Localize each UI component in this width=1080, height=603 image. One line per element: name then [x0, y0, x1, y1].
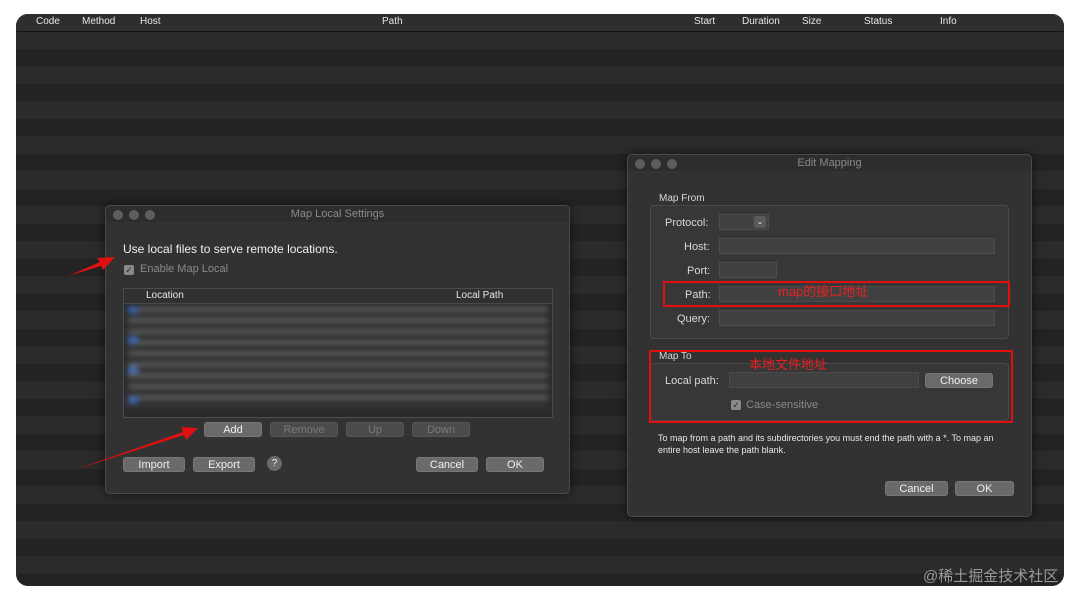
- column-code[interactable]: Code: [36, 16, 60, 27]
- request-table-header: Code Method Host Path Start Duration Siz…: [16, 14, 1064, 32]
- chevron-down-icon: ⌄: [754, 216, 766, 228]
- blurred-mapping-rows: [128, 307, 548, 407]
- ok-button[interactable]: OK: [486, 457, 544, 472]
- column-duration[interactable]: Duration: [742, 16, 780, 27]
- edit-mapping-dialog: Edit Mapping Map From Protocol: ⌄ Host: …: [627, 154, 1032, 517]
- checkmark-icon: ✓: [125, 265, 133, 275]
- port-input[interactable]: [719, 262, 777, 278]
- dialog-title: Map Local Settings: [290, 208, 385, 220]
- query-label: Query:: [677, 313, 711, 325]
- add-button[interactable]: Add: [204, 422, 262, 437]
- local-annotation: 本地文件地址: [749, 357, 828, 372]
- column-host[interactable]: Host: [140, 16, 161, 27]
- path-annotation: map的接口地址: [778, 284, 869, 299]
- map-to-highlight-box: [649, 350, 1013, 423]
- mappings-table-header: Location Local Path: [124, 289, 552, 304]
- description-text: Use local files to serve remote location…: [123, 242, 338, 256]
- protocol-select[interactable]: ⌄: [719, 214, 769, 230]
- protocol-label: Protocol:: [665, 217, 709, 229]
- query-input[interactable]: [719, 310, 995, 326]
- watermark: @稀土掘金技术社区: [923, 568, 1059, 585]
- down-button[interactable]: Down: [412, 422, 470, 437]
- column-size[interactable]: Size: [802, 16, 821, 27]
- help-text: To map from a path and its subdirectorie…: [658, 433, 994, 455]
- column-info[interactable]: Info: [940, 16, 957, 27]
- cancel-button[interactable]: Cancel: [885, 481, 948, 496]
- remove-button[interactable]: Remove: [270, 422, 338, 437]
- enable-map-local-checkbox[interactable]: ✓: [124, 265, 134, 275]
- up-button[interactable]: Up: [346, 422, 404, 437]
- column-path[interactable]: Path: [382, 16, 403, 27]
- mappings-table: Location Local Path: [123, 288, 553, 418]
- ok-button[interactable]: OK: [955, 481, 1014, 496]
- column-location[interactable]: Location: [146, 290, 184, 301]
- dialog-title: Edit Mapping: [797, 157, 862, 169]
- map-local-settings-dialog: Map Local Settings Use local files to se…: [105, 205, 570, 494]
- cancel-button[interactable]: Cancel: [416, 457, 478, 472]
- title-bar[interactable]: Map Local Settings: [106, 206, 569, 222]
- port-label: Port:: [687, 265, 711, 277]
- export-button[interactable]: Export: [193, 457, 255, 472]
- column-method[interactable]: Method: [82, 16, 115, 27]
- import-button[interactable]: Import: [123, 457, 185, 472]
- column-local-path[interactable]: Local Path: [456, 290, 503, 301]
- charles-main-window: Code Method Host Path Start Duration Siz…: [16, 14, 1064, 586]
- title-bar[interactable]: Edit Mapping: [628, 155, 1031, 171]
- map-from-legend: Map From: [659, 193, 705, 204]
- column-status[interactable]: Status: [864, 16, 892, 27]
- column-start[interactable]: Start: [694, 16, 715, 27]
- question-icon[interactable]: ?: [267, 456, 282, 471]
- host-label: Host:: [684, 241, 710, 253]
- host-input[interactable]: [719, 238, 995, 254]
- enable-map-local-label: Enable Map Local: [140, 263, 229, 275]
